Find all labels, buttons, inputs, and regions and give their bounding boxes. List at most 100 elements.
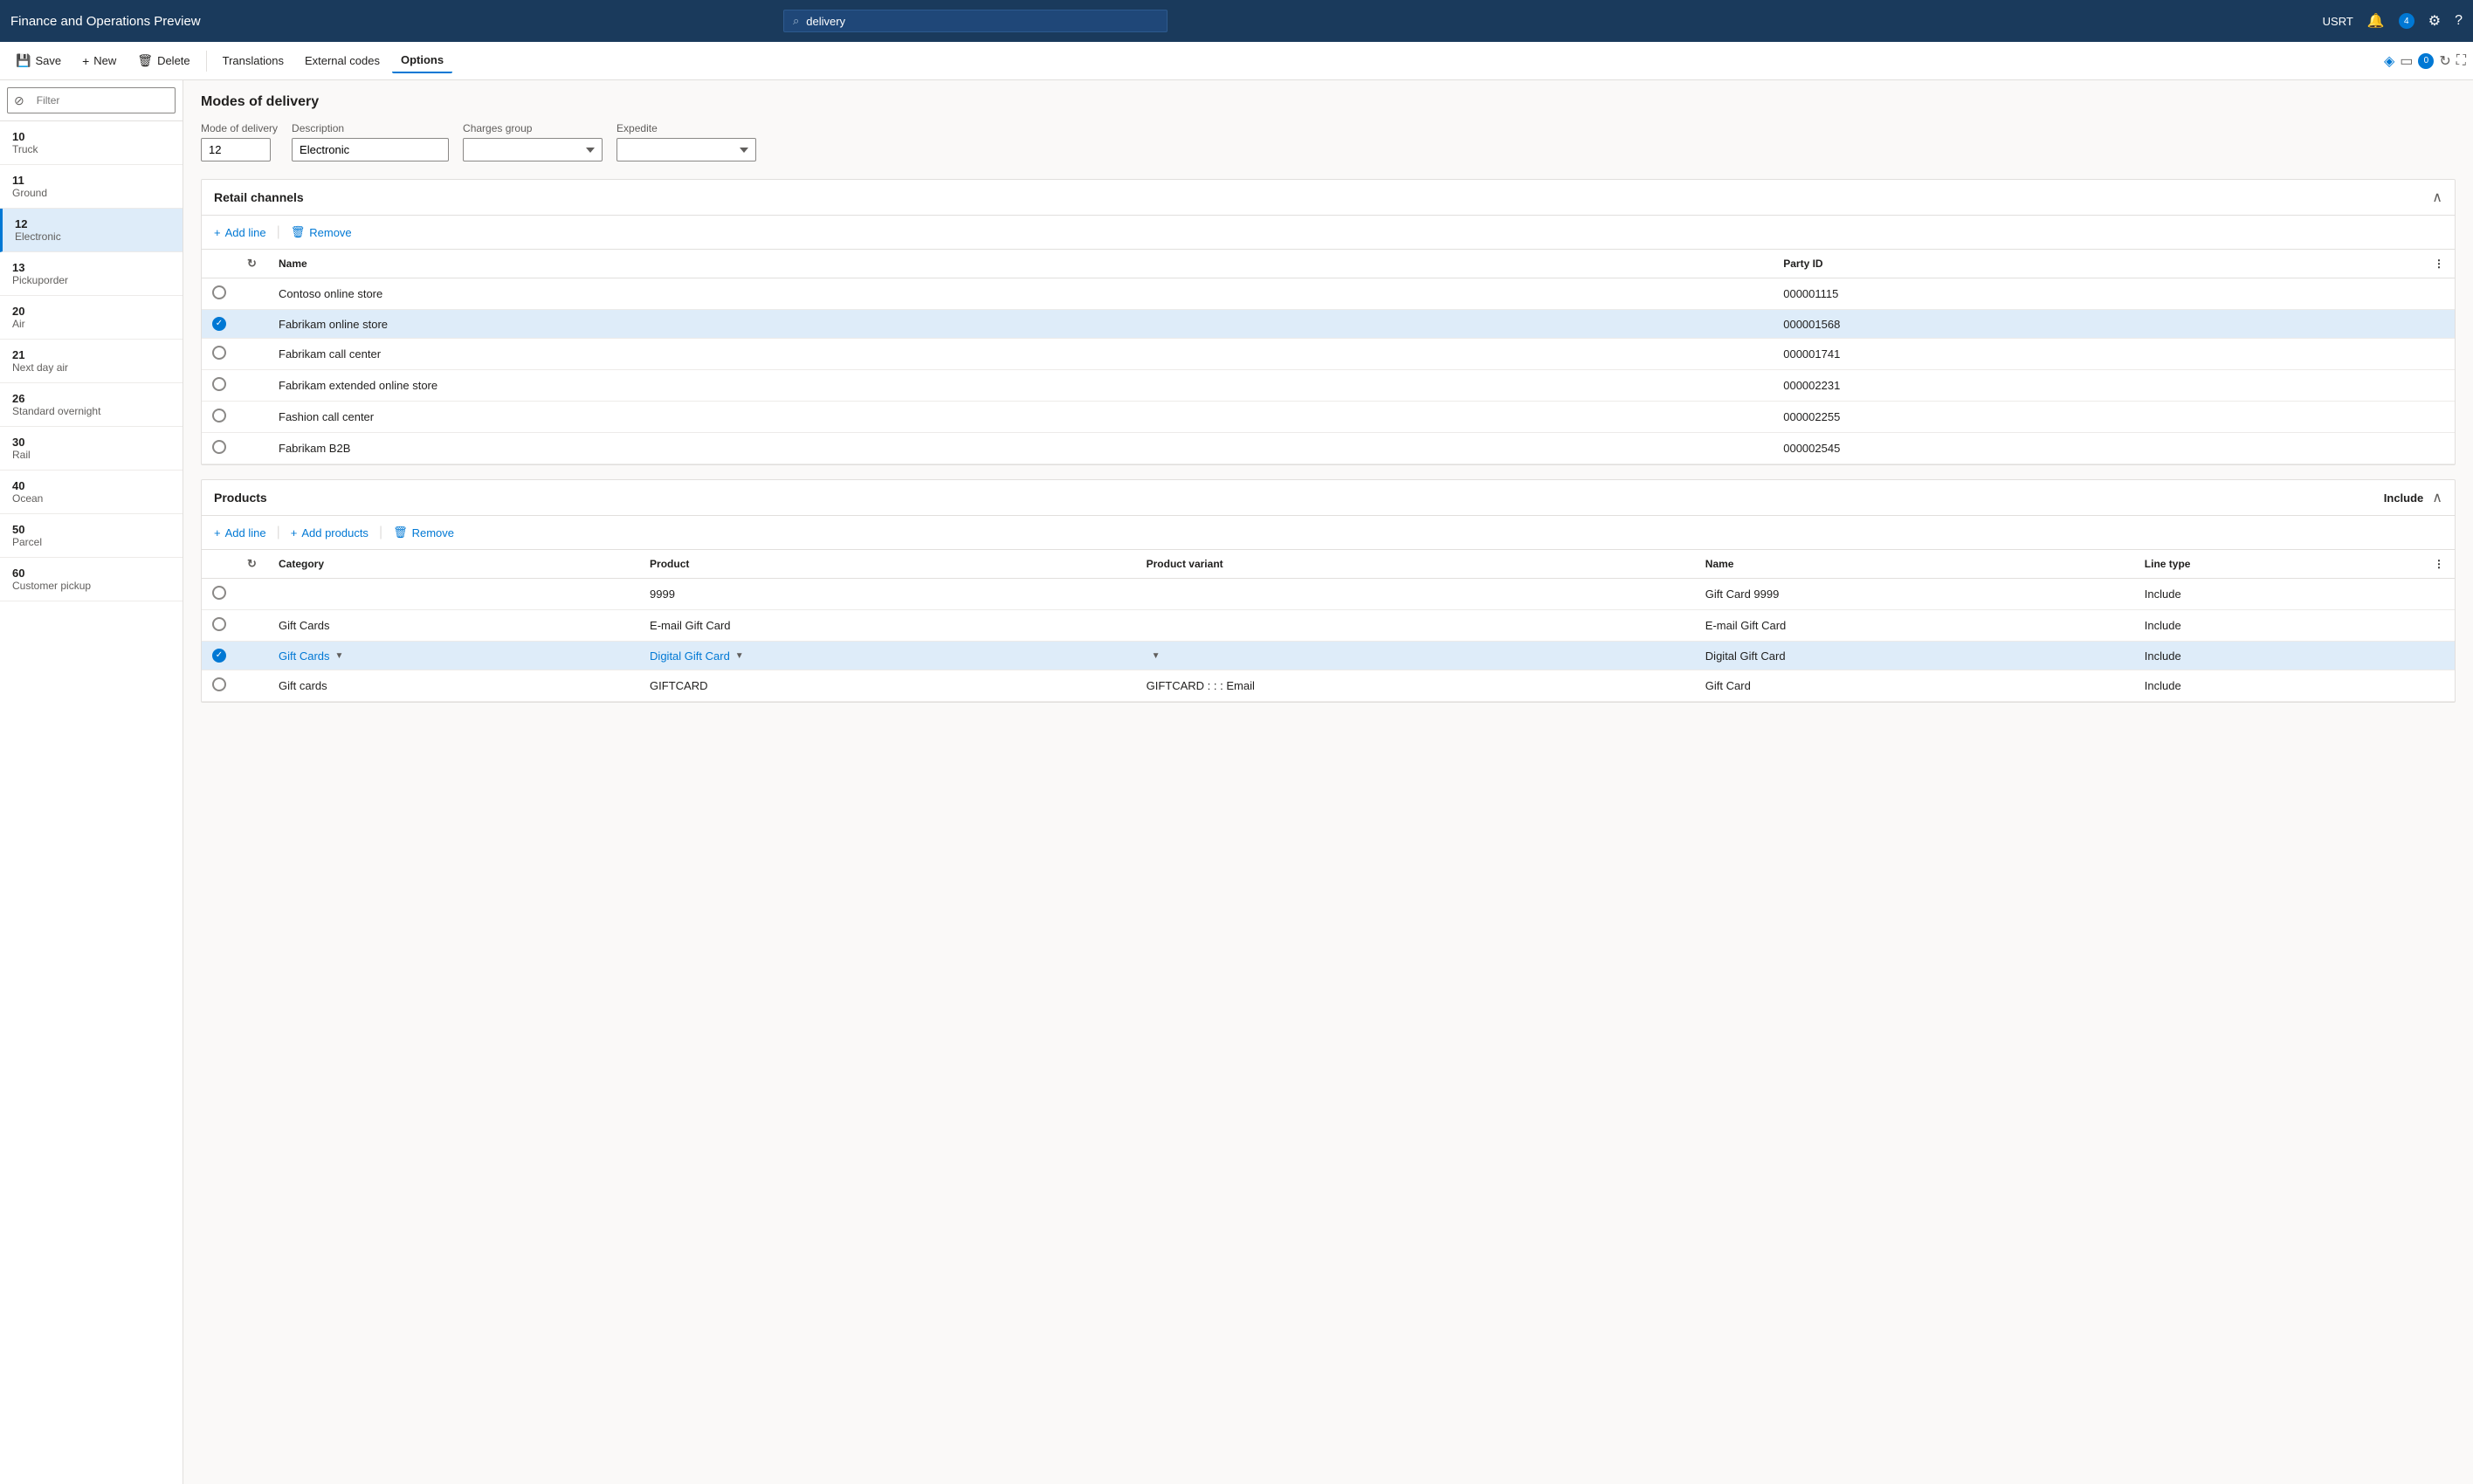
row-radio-cell[interactable] (202, 278, 237, 310)
delete-button[interactable]: 🗑 Delete (128, 48, 198, 73)
sidebar-item-26[interactable]: 26 Standard overnight (0, 383, 183, 427)
sidebar-item-number: 60 (12, 567, 170, 580)
search-input[interactable] (806, 15, 1158, 28)
row-radio-cell[interactable] (202, 433, 237, 464)
row-radio[interactable] (212, 440, 226, 454)
table-refresh-icon[interactable]: ↻ (247, 257, 257, 270)
sidebar-item-20[interactable]: 20 Air (0, 296, 183, 340)
save-button[interactable]: 💾 Save (7, 48, 70, 73)
row-party-id: 000001568 (1773, 310, 2423, 339)
prod-row-radio[interactable] (212, 586, 226, 600)
notification-icon[interactable]: 🔔 (2367, 12, 2385, 30)
external-codes-button[interactable]: External codes (296, 49, 389, 72)
sidebar-item-10[interactable]: 10 Truck (0, 121, 183, 165)
row-more[interactable] (2423, 310, 2455, 339)
user-name: USRT (2323, 15, 2353, 28)
prod-row-more[interactable] (2423, 642, 2455, 670)
table-row[interactable]: Gift Cards▼ Digital Gift Card▼ ▼ Digital… (202, 642, 2455, 670)
table-row[interactable]: Fashion call center 000002255 (202, 402, 2455, 433)
retail-channels-collapse-button[interactable]: ∧ (2432, 189, 2442, 206)
prod-row-variant[interactable]: ▼ (1136, 642, 1695, 670)
sidebar-item-40[interactable]: 40 Ocean (0, 471, 183, 514)
sidebar-item-label: Air (12, 318, 170, 330)
retail-add-line-button[interactable]: + Add line (214, 223, 266, 242)
row-radio[interactable] (212, 285, 226, 299)
row-radio-cell[interactable] (202, 339, 237, 370)
row-radio[interactable] (212, 377, 226, 391)
prod-row-category[interactable]: Gift Cards▼ (268, 642, 639, 670)
separator (206, 51, 207, 72)
variant-dropdown-arrow[interactable]: ▼ (1152, 651, 1161, 661)
table-row[interactable]: Gift cards GIFTCARD GIFTCARD : : : Email… (202, 670, 2455, 702)
prod-row-name: Digital Gift Card (1695, 642, 2134, 670)
row-radio-cell[interactable] (202, 370, 237, 402)
external-codes-label: External codes (305, 54, 380, 67)
sidebar-item-21[interactable]: 21 Next day air (0, 340, 183, 383)
sidebar-item-30[interactable]: 30 Rail (0, 427, 183, 471)
prod-row-more[interactable] (2423, 610, 2455, 642)
sidebar-item-60[interactable]: 60 Customer pickup (0, 558, 183, 601)
prod-row-radio-cell[interactable] (202, 610, 237, 642)
table-row[interactable]: Fabrikam online store 000001568 (202, 310, 2455, 339)
expand-icon[interactable]: ⛶ (2456, 53, 2466, 69)
refresh-icon[interactable]: ↻ (2439, 52, 2450, 70)
search-box[interactable]: ⌕ (783, 10, 1168, 32)
table-row[interactable]: Fabrikam extended online store 000002231 (202, 370, 2455, 402)
row-more[interactable] (2423, 402, 2455, 433)
products-remove-button[interactable]: 🗑 Remove (393, 523, 454, 542)
row-more[interactable] (2423, 339, 2455, 370)
help-icon[interactable]: ? (2455, 13, 2463, 29)
diamond-icon[interactable]: ◈ (2384, 52, 2394, 70)
prod-row-radio[interactable] (212, 677, 226, 691)
sidebar-item-12[interactable]: 12 Electronic (0, 209, 183, 252)
table-row[interactable]: 9999 Gift Card 9999 Include (202, 579, 2455, 610)
table-row[interactable]: Fabrikam call center 000001741 (202, 339, 2455, 370)
panel-icon[interactable]: ▭ (2400, 52, 2413, 70)
sidebar-filter-input[interactable] (30, 91, 169, 110)
products-add-products-button[interactable]: + Add products (291, 524, 369, 542)
row-refresh-cell (237, 310, 268, 339)
table-row[interactable]: Fabrikam B2B 000002545 (202, 433, 2455, 464)
row-radio-cell[interactable] (202, 402, 237, 433)
sidebar-item-label: Next day air (12, 361, 170, 374)
top-bar-right: USRT 🔔 4 ⚙ ? (2323, 12, 2463, 30)
prod-row-product[interactable]: Digital Gift Card▼ (639, 642, 1136, 670)
retail-remove-button[interactable]: 🗑 Remove (291, 223, 352, 242)
prod-row-more[interactable] (2423, 670, 2455, 702)
mode-delivery-input[interactable] (201, 138, 271, 161)
row-radio[interactable] (212, 346, 226, 360)
sidebar-item-13[interactable]: 13 Pickuporder (0, 252, 183, 296)
row-more[interactable] (2423, 278, 2455, 310)
expedite-select[interactable] (617, 138, 756, 161)
row-radio-cell[interactable] (202, 310, 237, 339)
prod-row-radio[interactable] (212, 617, 226, 631)
products-collapse-button[interactable]: ∧ (2432, 489, 2442, 506)
table-row[interactable]: Contoso online store 000001115 (202, 278, 2455, 310)
prod-row-radio-cell[interactable] (202, 642, 237, 670)
row-more[interactable] (2423, 433, 2455, 464)
settings-icon[interactable]: ⚙ (2428, 12, 2441, 30)
prod-row-radio[interactable] (212, 649, 226, 663)
new-button[interactable]: + New (73, 49, 125, 73)
row-more[interactable] (2423, 370, 2455, 402)
sidebar-item-label: Customer pickup (12, 580, 170, 592)
prod-row-radio-cell[interactable] (202, 579, 237, 610)
prod-table-refresh-icon[interactable]: ↻ (247, 557, 257, 570)
charges-group-select[interactable] (463, 138, 603, 161)
product-dropdown-arrow[interactable]: ▼ (735, 651, 744, 661)
sidebar-item-50[interactable]: 50 Parcel (0, 514, 183, 558)
translations-button[interactable]: Translations (214, 49, 293, 72)
prod-col-select (202, 550, 237, 579)
category-dropdown-arrow[interactable]: ▼ (335, 651, 344, 661)
description-input[interactable] (292, 138, 449, 161)
retail-channels-table-container: ↻ Name Party ID ⋮ Contoso online store 0… (202, 250, 2455, 464)
sidebar-item-11[interactable]: 11 Ground (0, 165, 183, 209)
row-radio[interactable] (212, 317, 226, 331)
options-button[interactable]: Options (392, 48, 452, 73)
table-row[interactable]: Gift Cards E-mail Gift Card E-mail Gift … (202, 610, 2455, 642)
prod-row-more[interactable] (2423, 579, 2455, 610)
prod-row-radio-cell[interactable] (202, 670, 237, 702)
row-radio[interactable] (212, 409, 226, 423)
products-add-line-button[interactable]: + Add line (214, 524, 266, 542)
sidebar-item-number: 10 (12, 130, 170, 143)
